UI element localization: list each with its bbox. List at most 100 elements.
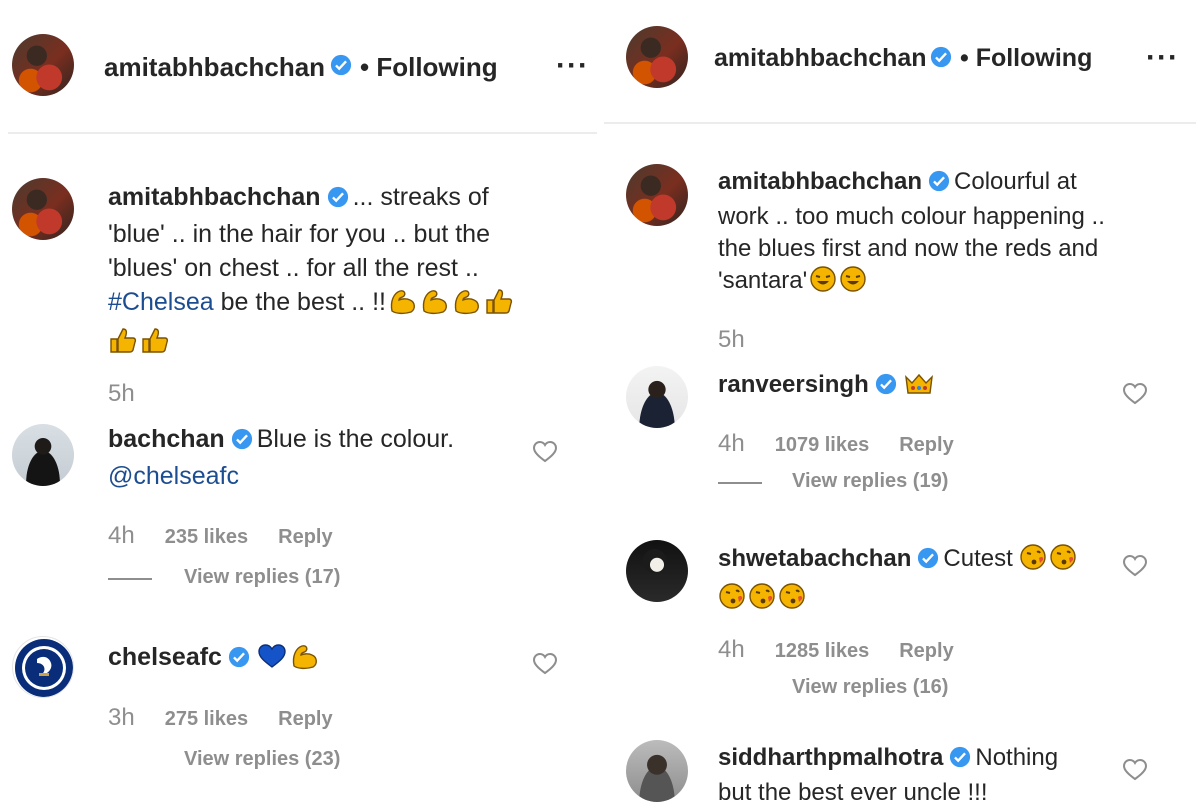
comment-text: chelseafc (108, 640, 320, 679)
caption-text: amitabhbachchan Colourful at work .. too … (718, 166, 1178, 302)
comment-body: Nothing (975, 744, 1059, 771)
avatar[interactable] (626, 164, 688, 226)
caption-line: Colourful at (954, 168, 1077, 195)
comment-meta: 4h 235 likes Reply (108, 522, 333, 550)
likes-count[interactable]: 1285 likes (775, 640, 870, 662)
verified-badge-icon (917, 545, 939, 579)
likes-count[interactable]: 1079 likes (775, 434, 870, 456)
caption-line: 'blue' .. in the hair for you .. but the (108, 220, 490, 248)
comment-time: 3h (108, 704, 135, 731)
post-header: amitabhbachchan • Following ··· (0, 0, 600, 96)
avatar[interactable] (12, 424, 74, 486)
comment-body: Blue is the colour. (256, 425, 455, 453)
crown-icon (903, 371, 935, 407)
header-username[interactable]: amitabhbachchan (104, 52, 325, 83)
flexed-biceps-icon (420, 287, 450, 324)
view-replies-button[interactable]: View replies (16) (792, 676, 948, 699)
comment-body: Cutest (943, 545, 1013, 572)
verified-badge-icon (949, 745, 971, 777)
right-post-panel: amitabhbachchan • Following ··· amitabhb… (600, 0, 1200, 810)
comment-username[interactable]: chelseafc (108, 643, 222, 671)
view-replies-button[interactable]: View replies (23) (184, 748, 340, 771)
comment-time: 4h (718, 636, 745, 663)
verified-badge-icon (327, 183, 349, 217)
comment-text: ranveersingh (718, 368, 935, 407)
blue-heart-icon (256, 642, 288, 679)
comment-meta: 4h 1285 likes Reply (718, 636, 954, 664)
avatar[interactable] (626, 740, 688, 802)
following-button[interactable]: • Following (360, 52, 498, 83)
caption-time: 5h (718, 326, 745, 353)
view-replies-button[interactable]: View replies (19) (792, 470, 948, 493)
caption-text: amitabhbachchan ... streaks of 'blue' .. … (108, 180, 578, 363)
caption-username[interactable]: amitabhbachchan (718, 168, 922, 195)
comment-meta: 3h 275 likes Reply (108, 704, 333, 732)
comment-text: siddharthpmalhotra Nothing but the best e… (718, 742, 1138, 809)
heart-icon[interactable] (1122, 554, 1148, 583)
following-button[interactable]: • Following (960, 44, 1092, 73)
avatar[interactable] (626, 366, 688, 428)
avatar[interactable] (626, 540, 688, 602)
kissing-face-icon (778, 582, 806, 620)
replies-divider (718, 482, 762, 484)
comment-text: shwetabachchan Cutest (718, 542, 1118, 620)
comment-time: 4h (718, 430, 745, 457)
likes-count[interactable]: 275 likes (165, 708, 248, 730)
reply-button[interactable]: Reply (899, 640, 953, 662)
heart-icon[interactable] (532, 652, 558, 681)
header-username[interactable]: amitabhbachchan (714, 44, 927, 73)
caption-line: 'santara' (718, 267, 808, 294)
comment-username[interactable]: bachchan (108, 425, 225, 453)
header-divider (604, 122, 1196, 124)
thumbs-up-icon (484, 287, 514, 324)
flexed-biceps-icon (290, 642, 320, 679)
laughing-face-icon (809, 265, 837, 302)
chelsea-crest-icon (15, 639, 73, 697)
comment-username[interactable]: ranveersingh (718, 371, 869, 398)
verified-badge-icon (875, 371, 897, 405)
reply-button[interactable]: Reply (278, 708, 332, 730)
likes-count[interactable]: 235 likes (165, 526, 248, 548)
caption-line: be the best .. !! (213, 288, 386, 316)
laughing-face-icon (839, 265, 867, 302)
comment-meta: 4h 1079 likes Reply (718, 430, 954, 458)
reply-button[interactable]: Reply (899, 434, 953, 456)
verified-badge-icon (928, 169, 950, 201)
caption-time: 5h (108, 380, 135, 407)
avatar[interactable] (626, 26, 688, 88)
thumbs-up-icon (108, 326, 138, 363)
comment-text: bachchan Blue is the colour. @chelseafc (108, 422, 528, 493)
comment-username[interactable]: shwetabachchan (718, 545, 911, 572)
kissing-face-icon (718, 582, 746, 620)
heart-icon[interactable] (1122, 382, 1148, 411)
heart-icon[interactable] (532, 440, 558, 469)
more-options-icon[interactable]: ··· (556, 51, 589, 81)
caption-line: work .. too much colour happening .. (718, 203, 1105, 230)
left-post-panel: amitabhbachchan • Following ··· amitabhb… (0, 0, 600, 810)
replies-divider (108, 578, 152, 580)
reply-button[interactable]: Reply (278, 526, 332, 548)
header-divider (8, 132, 598, 134)
avatar[interactable] (12, 636, 74, 698)
verified-badge-icon (231, 425, 253, 459)
avatar[interactable] (12, 34, 74, 96)
hashtag-link[interactable]: #Chelsea (108, 288, 214, 316)
verified-badge-icon (228, 643, 250, 677)
comment-time: 4h (108, 522, 135, 549)
view-replies-button[interactable]: View replies (17) (184, 566, 340, 589)
caption-username[interactable]: amitabhbachchan (108, 183, 321, 211)
kissing-face-icon (1049, 543, 1077, 581)
avatar[interactable] (12, 178, 74, 240)
kissing-face-icon (748, 582, 776, 620)
caption-line: ... streaks of (352, 183, 489, 211)
heart-icon[interactable] (1122, 758, 1148, 787)
mention-link[interactable]: @chelseafc (108, 462, 239, 490)
more-options-icon[interactable]: ··· (1146, 43, 1179, 73)
flexed-biceps-icon (388, 287, 418, 324)
flexed-biceps-icon (452, 287, 482, 324)
verified-badge-icon (930, 46, 952, 73)
comment-username[interactable]: siddharthpmalhotra (718, 744, 943, 771)
verified-badge-icon (330, 54, 352, 81)
post-header: amitabhbachchan • Following ··· (600, 0, 1200, 90)
caption-line: the blues first and now the reds and (718, 235, 1099, 262)
